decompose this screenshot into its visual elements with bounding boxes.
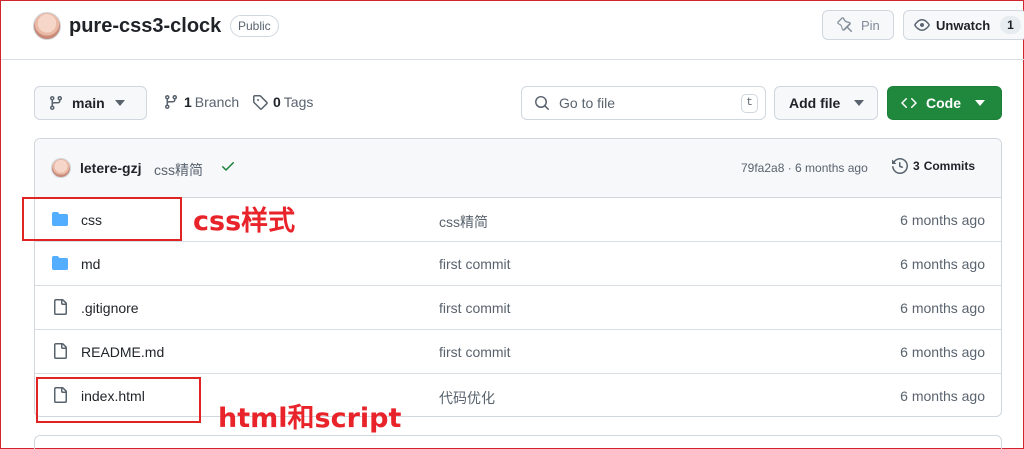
file-date: 6 months ago xyxy=(900,300,985,316)
file-commit-message[interactable]: 代码优化 xyxy=(439,388,495,408)
commits-history-link[interactable]: 3 Commits xyxy=(892,158,975,174)
caret-down-icon xyxy=(114,100,125,106)
git-branch-icon xyxy=(164,95,177,110)
commit-hash-time[interactable]: 79fa2a8 · 6 months ago xyxy=(741,161,868,175)
annotation-html-note: html和script xyxy=(218,403,402,434)
eye-icon xyxy=(914,19,930,31)
add-file-label: Add file xyxy=(789,95,841,111)
commits-label: Commits xyxy=(923,159,976,173)
annotation-box-css xyxy=(22,197,182,241)
readme-panel xyxy=(34,435,1002,449)
tags-label: Tags xyxy=(283,94,314,110)
file-row-gitignore[interactable]: .gitignore first commit 6 months ago xyxy=(35,286,1001,330)
add-file-button[interactable]: Add file xyxy=(774,86,878,120)
shortcut-key: t xyxy=(741,94,758,113)
pin-button[interactable]: Pin xyxy=(822,10,894,40)
file-table: letere-gzj css精简 79fa2a8 · 6 months ago … xyxy=(34,138,1002,417)
branches-link[interactable]: 1 Branch xyxy=(163,94,239,110)
unwatch-button[interactable]: Unwatch 1 xyxy=(903,10,1024,40)
branch-selector-button[interactable]: main xyxy=(34,86,147,120)
branches-label: Branch xyxy=(194,94,240,110)
search-icon xyxy=(535,96,550,111)
file-icon xyxy=(54,299,67,315)
file-icon xyxy=(54,343,67,359)
caret-down-icon xyxy=(975,100,985,106)
tag-icon xyxy=(253,95,268,110)
code-button[interactable]: Code xyxy=(887,86,1002,120)
caret-down-icon xyxy=(854,100,865,106)
file-date: 6 months ago xyxy=(900,388,985,404)
history-icon xyxy=(892,158,908,174)
file-row-readme[interactable]: README.md first commit 6 months ago xyxy=(35,330,1001,374)
file-commit-message[interactable]: first commit xyxy=(439,256,511,272)
file-date: 6 months ago xyxy=(900,256,985,272)
go-to-file-search[interactable]: t xyxy=(521,86,766,120)
branches-count: 1 xyxy=(184,94,192,110)
file-date: 6 months ago xyxy=(900,344,985,360)
tags-count: 0 xyxy=(273,94,281,110)
file-commit-message[interactable]: css精简 xyxy=(439,212,488,232)
file-name[interactable]: .gitignore xyxy=(81,300,139,316)
code-label: Code xyxy=(926,95,961,111)
tags-link[interactable]: 0 Tags xyxy=(252,94,313,110)
branch-name: main xyxy=(72,95,105,111)
commit-author-avatar[interactable] xyxy=(51,158,71,178)
check-icon[interactable] xyxy=(220,158,236,174)
commit-author[interactable]: letere-gzj xyxy=(80,160,141,176)
go-to-file-input[interactable] xyxy=(559,95,729,111)
header-divider xyxy=(1,59,1024,60)
pin-icon xyxy=(837,17,853,33)
repo-name[interactable]: pure-css3-clock xyxy=(69,14,221,38)
file-commit-message[interactable]: first commit xyxy=(439,300,511,316)
repo-owner-avatar[interactable] xyxy=(33,12,61,40)
file-date: 6 months ago xyxy=(900,212,985,228)
folder-icon xyxy=(52,256,68,270)
unwatch-label: Unwatch xyxy=(936,17,991,33)
file-row-md[interactable]: md first commit 6 months ago xyxy=(35,242,1001,286)
commits-count: 3 xyxy=(913,159,920,173)
git-branch-icon xyxy=(49,96,62,111)
file-commit-message[interactable]: first commit xyxy=(439,344,511,360)
annotation-css-note: css样式 xyxy=(193,206,296,237)
annotation-box-index xyxy=(36,377,201,423)
latest-commit-row: letere-gzj css精简 79fa2a8 · 6 months ago … xyxy=(35,139,1001,198)
commit-message[interactable]: css精简 xyxy=(154,160,203,180)
file-name[interactable]: README.md xyxy=(81,344,164,360)
pin-label: Pin xyxy=(861,17,880,33)
watch-count-badge: 1 xyxy=(1000,16,1021,34)
code-icon xyxy=(901,97,917,109)
file-name[interactable]: md xyxy=(81,256,100,272)
visibility-badge: Public xyxy=(230,15,279,37)
